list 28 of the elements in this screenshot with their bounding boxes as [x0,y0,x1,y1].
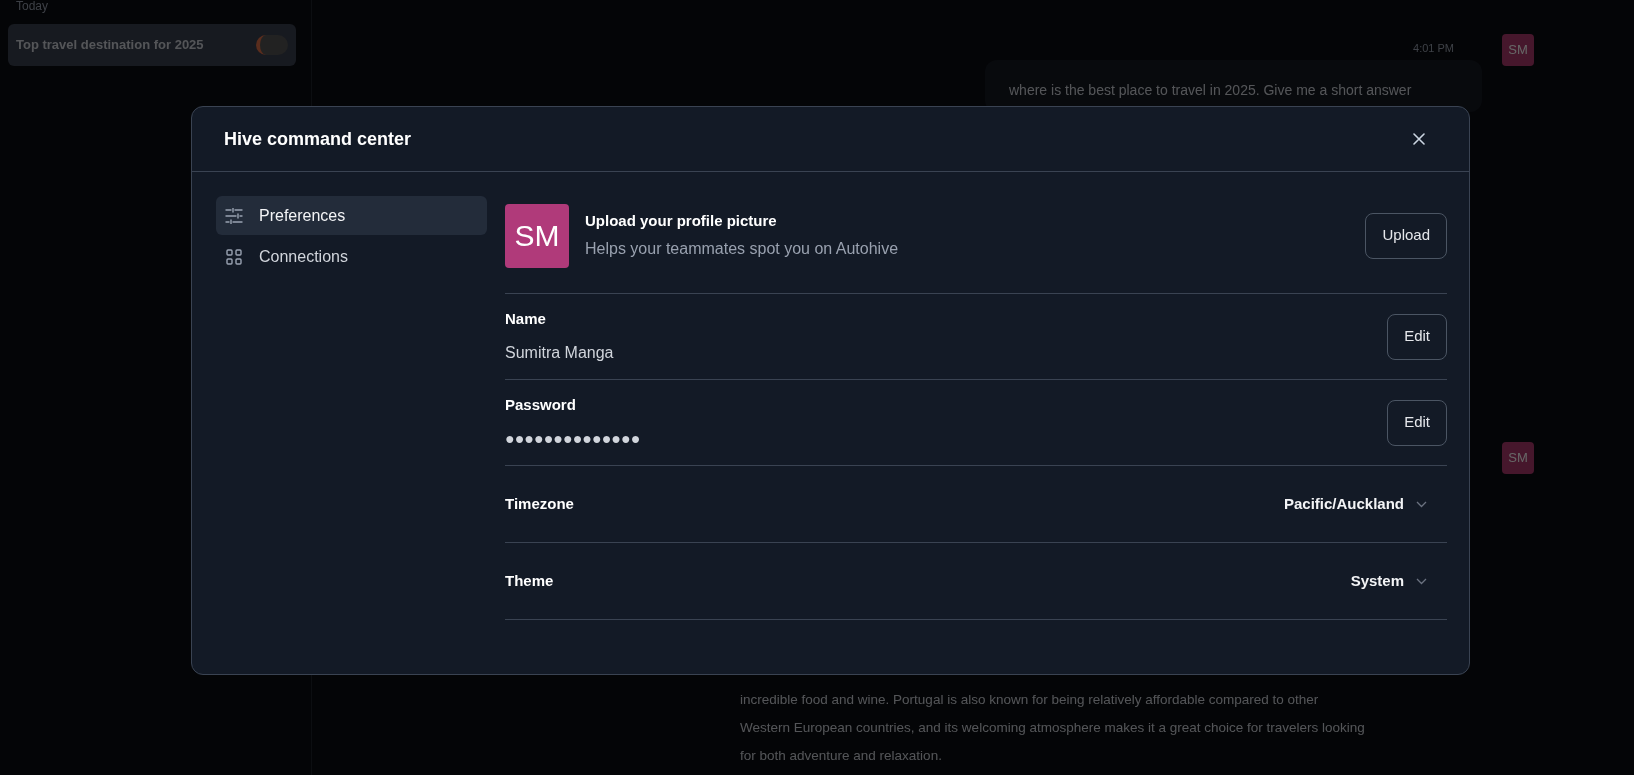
field-value: ●●●●●●●●●●●●●● [505,428,641,449]
dialog-title: Hive command center [224,127,412,151]
grid-icon [226,248,242,265]
chevron-down-icon [1416,577,1427,585]
chevron-down-icon [1416,500,1427,508]
profile-avatar: SM [505,203,569,268]
field-label: Name [505,309,547,330]
select-dropdown[interactable]: Pacific/Auckland [1283,492,1447,516]
field-label: Timezone [505,493,574,514]
section-label: Today [15,0,50,12]
toggle-icon [256,35,288,55]
message-text: incredible food and wine. Portugal is also known for being relatively affordable compared to other Western European countries, and its welcoming atmosphere makes it a great choice for travelers looking for both adventure and relaxation. [740,691,1366,765]
close-icon [1413,133,1425,145]
user-avatar: SM [1502,34,1534,66]
nav-item[interactable]: Connections [216,237,487,276]
user-avatar: SM [1502,442,1534,474]
edit-button[interactable]: Edit [1387,313,1447,360]
field-label: Theme [505,570,554,591]
edit-button[interactable]: Edit [1387,399,1447,446]
message-time: 4:01 PM [1413,41,1454,56]
upload-title: Upload your profile picture [585,211,778,232]
upload-button[interactable]: Upload [1365,212,1447,259]
nav-item[interactable]: Preferences [216,196,487,235]
select-dropdown[interactable]: System [1350,569,1447,593]
upload-subtitle: Helps your teammates spot you on Autohive [585,238,899,259]
sliders-icon [225,207,243,224]
field-value: Sumitra Manga [505,342,614,363]
field-label: Password [505,395,577,416]
